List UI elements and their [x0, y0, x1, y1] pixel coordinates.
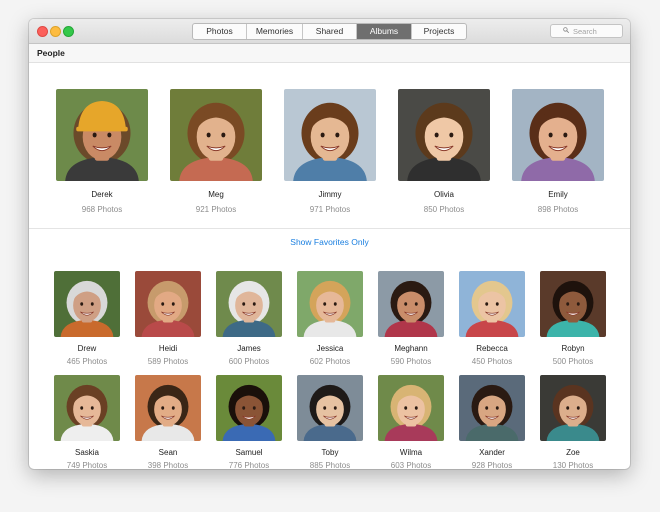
- person-toby[interactable]: Toby 885 Photos: [297, 375, 363, 469]
- person-jessica[interactable]: Jessica 602 Photos: [297, 271, 363, 366]
- photo-count: 602 Photos: [309, 357, 351, 366]
- person-robyn[interactable]: Robyn 500 Photos: [540, 271, 606, 366]
- tab-memories[interactable]: Memories: [247, 24, 303, 39]
- person-drew[interactable]: Drew 465 Photos: [54, 271, 120, 366]
- photo-count: 589 Photos: [147, 357, 189, 366]
- person-photo: [170, 89, 262, 181]
- person-name: Toby: [321, 448, 339, 457]
- person-emily[interactable]: Emily 898 Photos: [512, 89, 604, 214]
- person-name: Jessica: [316, 344, 344, 353]
- minimize-window-button[interactable]: [50, 26, 61, 37]
- search-input[interactable]: [573, 26, 621, 36]
- person-photo: [540, 375, 606, 441]
- person-meg[interactable]: Meg 921 Photos: [170, 89, 262, 214]
- photo-count: 398 Photos: [147, 461, 189, 469]
- tab-projects[interactable]: Projects: [412, 24, 466, 39]
- toolbar: Photos Memories Shared Albums Projects: [29, 19, 630, 44]
- zoom-window-button[interactable]: [63, 26, 74, 37]
- person-photo: [56, 89, 148, 181]
- photos-window: Photos Memories Shared Albums Projects P…: [29, 19, 630, 469]
- person-photo: [135, 271, 201, 337]
- tab-albums[interactable]: Albums: [357, 24, 412, 39]
- person-samuel[interactable]: Samuel 776 Photos: [216, 375, 282, 469]
- photo-count: 590 Photos: [390, 357, 432, 366]
- photo-count: 971 Photos: [309, 205, 351, 214]
- person-meghann[interactable]: Meghann 590 Photos: [378, 271, 444, 366]
- person-heidi[interactable]: Heidi 589 Photos: [135, 271, 201, 366]
- person-name: James: [237, 344, 261, 353]
- person-sean[interactable]: Sean 398 Photos: [135, 375, 201, 469]
- show-favorites-only-link[interactable]: Show Favorites Only: [29, 237, 630, 247]
- photo-count: 776 Photos: [228, 461, 270, 469]
- person-photo: [459, 375, 525, 441]
- person-name: Olivia: [433, 190, 454, 199]
- person-name: Xander: [479, 448, 505, 457]
- photo-count: 465 Photos: [66, 357, 108, 366]
- person-photo: [398, 89, 490, 181]
- person-name: Zoe: [566, 448, 580, 457]
- person-photo: [135, 375, 201, 441]
- person-name: Rebecca: [476, 344, 508, 353]
- person-photo: [216, 375, 282, 441]
- photo-count: 921 Photos: [195, 205, 237, 214]
- person-photo: [216, 271, 282, 337]
- person-photo: [297, 271, 363, 337]
- search-icon: [563, 27, 569, 33]
- person-name: Sean: [158, 448, 178, 457]
- person-wilma[interactable]: Wilma 603 Photos: [378, 375, 444, 469]
- person-rebecca[interactable]: Rebecca 450 Photos: [459, 271, 525, 366]
- person-derek[interactable]: Derek 968 Photos: [56, 89, 148, 214]
- person-name: Derek: [91, 190, 113, 199]
- person-photo: [540, 271, 606, 337]
- divider: [29, 228, 630, 229]
- person-xander[interactable]: Xander 928 Photos: [459, 375, 525, 469]
- person-name: Jimmy: [318, 190, 342, 199]
- search-box[interactable]: [550, 24, 623, 38]
- person-name: Drew: [77, 344, 97, 353]
- photo-count: 600 Photos: [228, 357, 270, 366]
- person-name: Robyn: [561, 344, 585, 353]
- tab-shared[interactable]: Shared: [303, 24, 357, 39]
- person-photo: [512, 89, 604, 181]
- person-photo: [378, 375, 444, 441]
- person-photo: [284, 89, 376, 181]
- photo-count: 850 Photos: [423, 205, 465, 214]
- person-james[interactable]: James 600 Photos: [216, 271, 282, 366]
- view-tabs: Photos Memories Shared Albums Projects: [192, 23, 467, 40]
- person-name: Samuel: [235, 448, 263, 457]
- person-zoe[interactable]: Zoe 130 Photos: [540, 375, 606, 469]
- person-photo: [54, 375, 120, 441]
- photo-count: 603 Photos: [390, 461, 432, 469]
- tab-photos[interactable]: Photos: [193, 24, 247, 39]
- section-title: People: [37, 48, 65, 58]
- person-photo: [378, 271, 444, 337]
- photo-count: 130 Photos: [552, 461, 594, 469]
- person-photo: [459, 271, 525, 337]
- person-name: Meghann: [394, 344, 428, 353]
- person-photo: [54, 271, 120, 337]
- person-name: Saskia: [74, 448, 99, 457]
- person-name: Emily: [548, 190, 568, 199]
- photo-count: 749 Photos: [66, 461, 108, 469]
- photo-count: 968 Photos: [81, 205, 123, 214]
- person-name: Wilma: [399, 448, 423, 457]
- section-header: People: [29, 44, 630, 63]
- photo-count: 885 Photos: [309, 461, 351, 469]
- person-name: Heidi: [158, 344, 178, 353]
- person-jimmy[interactable]: Jimmy 971 Photos: [284, 89, 376, 214]
- photo-count: 898 Photos: [537, 205, 579, 214]
- close-window-button[interactable]: [37, 26, 48, 37]
- person-saskia[interactable]: Saskia 749 Photos: [54, 375, 120, 469]
- photo-count: 450 Photos: [471, 357, 513, 366]
- person-photo: [297, 375, 363, 441]
- person-olivia[interactable]: Olivia 850 Photos: [398, 89, 490, 214]
- photo-count: 500 Photos: [552, 357, 594, 366]
- photo-count: 928 Photos: [471, 461, 513, 469]
- person-name: Meg: [208, 190, 224, 199]
